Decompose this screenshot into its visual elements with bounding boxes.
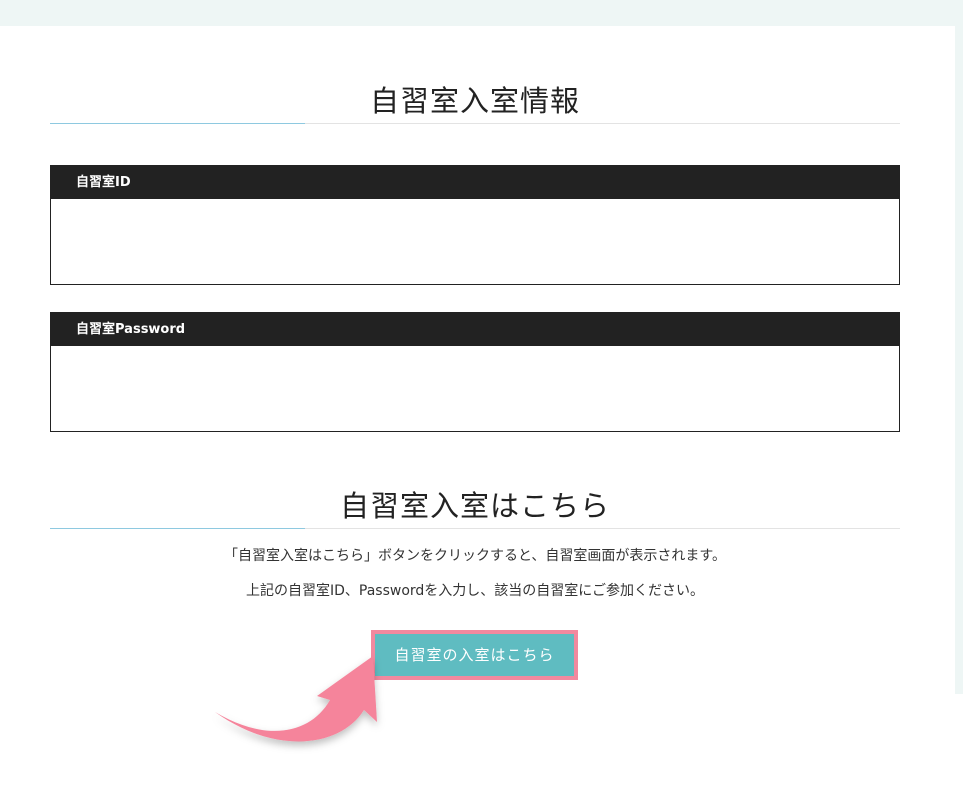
scrollbar-track (955, 26, 963, 694)
top-band (0, 0, 963, 26)
info-section-title: 自習室入室情報 (369, 84, 580, 118)
room-id-value (51, 199, 899, 284)
room-password-label: 自習室Password (51, 313, 899, 346)
content-card: 自習室入室情報 自習室ID 自習室Password 自習室入室はこちら 「自習室… (0, 26, 955, 803)
pointing-arrow-icon (215, 656, 377, 742)
room-password-field: 自習室Password (50, 312, 900, 432)
room-id-label: 自習室ID (51, 166, 899, 199)
room-password-value (51, 346, 899, 431)
room-id-field: 自習室ID (50, 165, 900, 285)
entry-title-rule-accent (50, 528, 305, 529)
entry-title-rule (50, 528, 900, 529)
info-title-rule (50, 123, 900, 124)
entry-description-line2: 上記の自習室ID、Passwordを入力し、該当の自習室にご参加ください。 (245, 583, 705, 599)
entry-section-title: 自習室入室はこちら (339, 489, 610, 523)
entry-description-line1: 「自習室入室はこちら」ボタンをクリックすると、自習室画面が表示されます。 (223, 548, 727, 564)
info-title-rule-accent (50, 123, 305, 124)
